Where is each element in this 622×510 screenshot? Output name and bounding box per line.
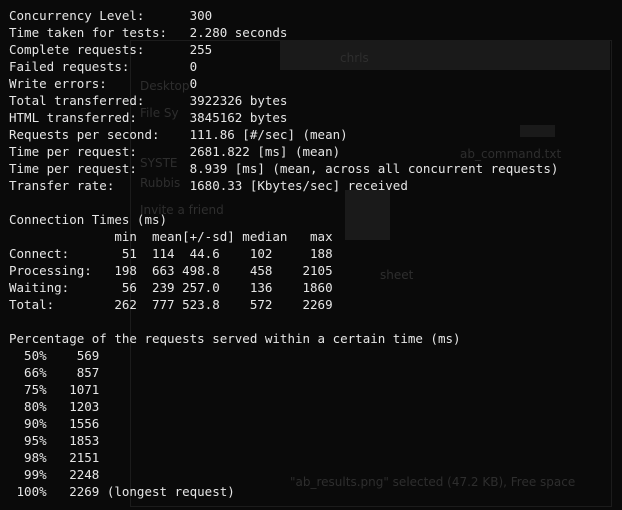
output-line: Connect: 51 114 44.6 102 188 — [9, 246, 333, 261]
output-line: Complete requests: 255 — [9, 42, 213, 57]
output-line: 100% 2269 (longest request) — [9, 484, 235, 499]
output-line: Processing: 198 663 498.8 458 2105 — [9, 263, 333, 278]
output-line: Total transferred: 3922326 bytes — [9, 93, 288, 108]
output-line: Total: 262 777 523.8 572 2269 — [9, 297, 333, 312]
output-line: Transfer rate: 1680.33 [Kbytes/sec] rece… — [9, 178, 408, 193]
output-line: 80% 1203 — [9, 399, 100, 414]
output-line: Percentage of the requests served within… — [9, 331, 461, 346]
output-line: Write errors: 0 — [9, 76, 198, 91]
output-line: min mean[+/-sd] median max — [9, 229, 333, 244]
output-line: Concurrency Level: 300 — [9, 8, 213, 23]
output-line: Waiting: 56 239 257.0 136 1860 — [9, 280, 333, 295]
output-line: 66% 857 — [9, 365, 100, 380]
terminal-output: Concurrency Level: 300 Time taken for te… — [9, 7, 558, 500]
output-line: 90% 1556 — [9, 416, 100, 431]
output-line: Time per request: 8.939 [ms] (mean, acro… — [9, 161, 559, 176]
output-line: HTML transferred: 3845162 bytes — [9, 110, 288, 125]
output-line: 98% 2151 — [9, 450, 100, 465]
output-line: 50% 569 — [9, 348, 100, 363]
output-line: Connection Times (ms) — [9, 212, 168, 227]
output-line: Time taken for tests: 2.280 seconds — [9, 25, 288, 40]
terminal-window[interactable]: Desktop File Sy chrls ab_command.txt SYS… — [0, 0, 622, 510]
output-line: 75% 1071 — [9, 382, 100, 397]
output-line: Failed requests: 0 — [9, 59, 198, 74]
output-line: Requests per second: 111.86 [#/sec] (mea… — [9, 127, 348, 142]
output-line: 99% 2248 — [9, 467, 100, 482]
output-line: 95% 1853 — [9, 433, 100, 448]
output-line: Time per request: 2681.822 [ms] (mean) — [9, 144, 341, 159]
